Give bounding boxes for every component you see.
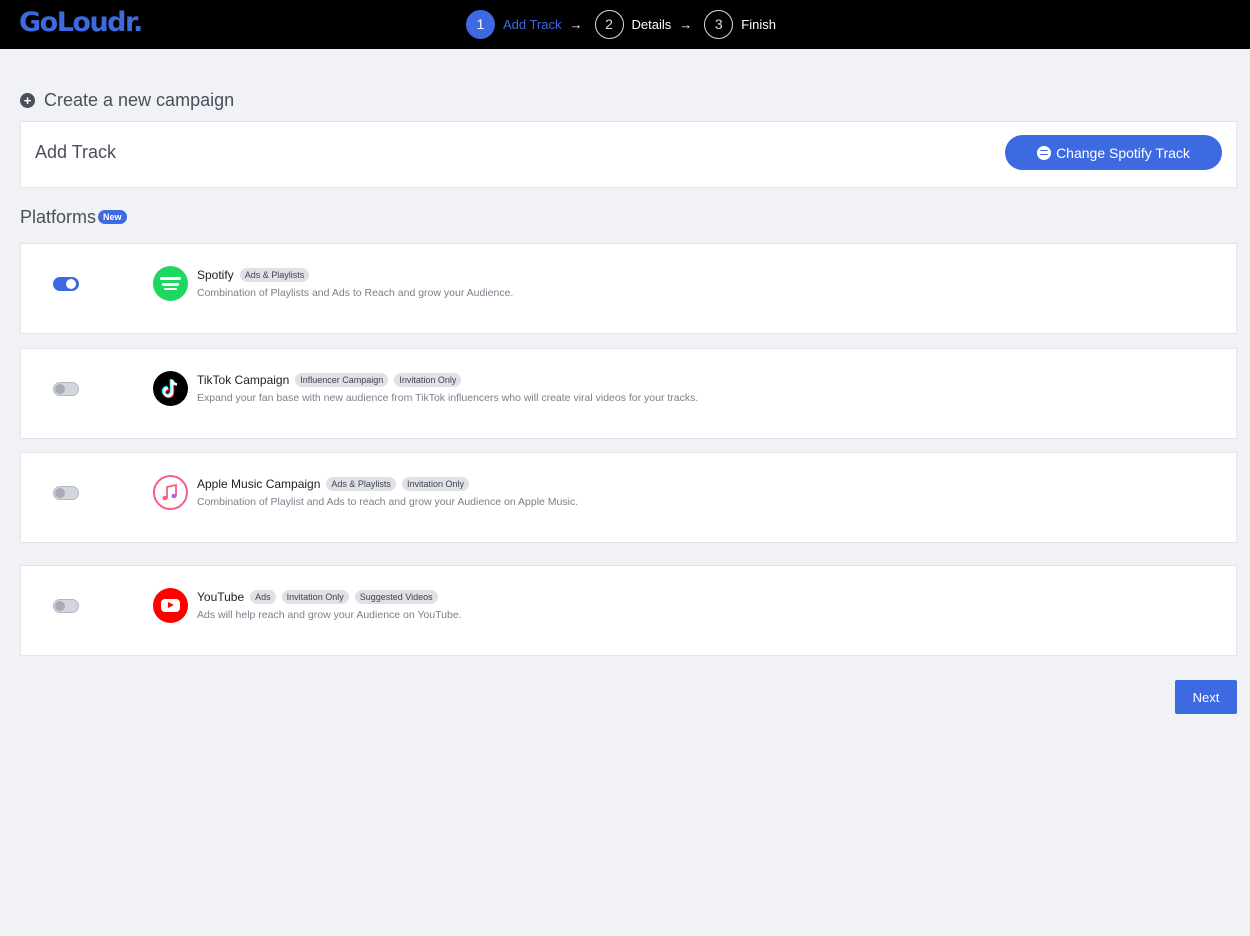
platform-info: YouTube Ads Invitation Only Suggested Vi…	[197, 590, 462, 621]
platform-card-tiktok: TikTok Campaign Influencer Campaign Invi…	[20, 348, 1237, 439]
platforms-title: Platforms	[20, 207, 97, 227]
step-number: 1	[466, 9, 495, 39]
add-track-card: Add Track Change Spotify Track	[20, 121, 1237, 188]
next-button[interactable]: Next	[1175, 680, 1237, 714]
platforms-heading: Platforms New	[20, 207, 127, 228]
platform-card-spotify: Spotify Ads & Playlists Combination of P…	[20, 243, 1237, 334]
toggle-knob	[55, 601, 65, 611]
platform-info: TikTok Campaign Influencer Campaign Invi…	[197, 373, 698, 404]
youtube-icon	[153, 588, 188, 623]
page-title: + Create a new campaign	[20, 90, 234, 111]
platform-name: YouTube	[197, 590, 245, 604]
step-label: Add Track	[503, 16, 562, 32]
platform-info: Spotify Ads & Playlists Combination of P…	[197, 268, 513, 299]
plus-circle-icon: +	[20, 93, 35, 108]
platform-description: Combination of Playlist and Ads to reach…	[197, 496, 579, 508]
platform-info: Apple Music Campaign Ads & Playlists Inv…	[197, 477, 578, 508]
platform-tag: Invitation Only	[394, 373, 462, 387]
page-title-text: Create a new campaign	[44, 90, 235, 110]
new-badge: New	[98, 210, 127, 224]
wizard-steps: 1 Add Track → 2 Details → 3 Finish	[466, 9, 776, 39]
step-number: 2	[594, 9, 624, 39]
step-label: Details	[631, 16, 672, 32]
step-number: 3	[704, 9, 734, 39]
spotify-icon	[153, 266, 188, 301]
add-track-title: Add Track	[35, 142, 117, 162]
toggle-knob	[55, 384, 65, 394]
goloudr-logo[interactable]: GoLoudr.	[19, 7, 143, 38]
platform-description: Ads will help reach and grow your Audien…	[197, 609, 462, 621]
platform-card-apple-music: Apple Music Campaign Ads & Playlists Inv…	[20, 452, 1237, 543]
platform-tag: Invitation Only	[401, 477, 469, 491]
change-spotify-track-label: Change Spotify Track	[1056, 144, 1190, 161]
youtube-toggle[interactable]	[53, 599, 79, 613]
step-label: Finish	[741, 16, 776, 32]
change-spotify-track-button[interactable]: Change Spotify Track	[1005, 135, 1222, 170]
platform-name: Spotify	[197, 268, 234, 282]
platform-description: Expand your fan base with new audience f…	[197, 392, 699, 404]
spotify-toggle[interactable]	[53, 277, 79, 291]
step-finish[interactable]: 3 Finish	[704, 9, 776, 39]
arrow-right-icon: →	[679, 16, 693, 32]
apple-music-icon	[153, 475, 188, 510]
platform-card-youtube: YouTube Ads Invitation Only Suggested Vi…	[20, 565, 1237, 656]
apple-music-toggle[interactable]	[53, 486, 79, 500]
platform-name: TikTok Campaign	[197, 373, 290, 387]
platform-description: Combination of Playlists and Ads to Reac…	[197, 287, 514, 299]
platform-tag: Ads & Playlists	[326, 477, 396, 491]
spotify-icon	[1037, 145, 1052, 160]
toggle-knob	[55, 488, 65, 498]
platform-tag: Ads	[250, 590, 276, 604]
tiktok-toggle[interactable]	[53, 382, 79, 396]
platform-name: Apple Music Campaign	[197, 477, 321, 491]
top-navigation-bar: GoLoudr. 1 Add Track → 2 Details → 3 Fin…	[0, 0, 1250, 49]
platform-tag: Influencer Campaign	[295, 373, 389, 387]
tiktok-icon	[153, 371, 188, 406]
step-details[interactable]: 2 Details →	[594, 9, 705, 39]
step-add-track[interactable]: 1 Add Track →	[466, 9, 595, 39]
arrow-right-icon: →	[569, 16, 583, 32]
platform-tag: Suggested Videos	[354, 590, 438, 604]
toggle-knob	[66, 279, 76, 289]
platform-tag: Invitation Only	[281, 590, 349, 604]
platform-tag: Ads & Playlists	[239, 268, 310, 282]
